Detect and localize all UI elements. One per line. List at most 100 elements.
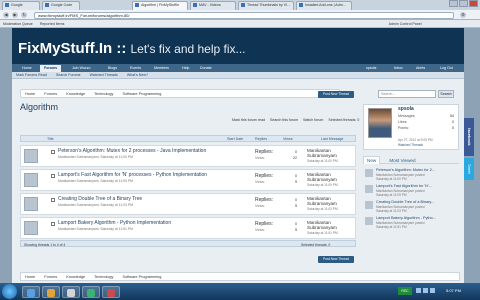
sidebar-thread-item[interactable]: Lamport Bakery Algorithm - Pytho... Mani…	[363, 215, 459, 230]
nav-tab-members[interactable]: Members	[150, 65, 173, 72]
avatar[interactable]	[24, 197, 38, 211]
browser-tab[interactable]: MAV - Videos	[190, 1, 236, 10]
avatar[interactable]	[24, 149, 38, 163]
search-input[interactable]: Search...	[378, 90, 436, 98]
breadcrumb-item[interactable]: Forums	[44, 275, 57, 279]
breadcrumb-item[interactable]: Knowledge	[66, 92, 85, 96]
forward-icon[interactable]: ▶	[12, 12, 18, 18]
sidebar-thread-item[interactable]: Creating Double Tree of a Binary... Mani…	[363, 199, 459, 214]
nav-inbox-link[interactable]: Inbox	[390, 65, 407, 72]
thread-row[interactable]: Lamport's Fast Algorithm for 'N' process…	[20, 169, 356, 191]
breadcrumb-item[interactable]: Forums	[44, 92, 57, 96]
thread-row[interactable]: Peterson's Algorithm: Mutex for 2 proces…	[20, 145, 356, 167]
last-poster-link[interactable]: Manikantan Subramanyam	[307, 172, 355, 182]
thread-checkbox[interactable]	[51, 222, 55, 226]
sidebar-thread-title[interactable]: Creating Double Tree of a Binary...	[376, 200, 434, 204]
network-icon[interactable]	[416, 288, 421, 293]
taskbar-clock[interactable]: 5:07 PM	[446, 288, 461, 293]
avatar[interactable]	[24, 221, 38, 235]
last-poster-link[interactable]: Manikantan Subramanyam	[307, 220, 355, 230]
search-forum-link[interactable]: Search this forum	[270, 118, 298, 122]
taskbar-app-icon[interactable]	[62, 286, 80, 298]
maximize-icon[interactable]	[459, 0, 468, 7]
breadcrumb-item[interactable]: Technology	[94, 92, 113, 96]
thread-title-link[interactable]: Creating Double Tree of a Binary Tree	[58, 196, 142, 202]
post-new-thread-button[interactable]: Post New Thread	[318, 91, 354, 98]
thread-title-link[interactable]: Lamport's Fast Algorithm for 'N' process…	[58, 172, 207, 178]
sidebar-thread-title[interactable]: Peterson's Algorithm: Mutex for 2...	[376, 168, 435, 172]
site-logo[interactable]: FixMyStuff.In :: Let's fix and help fix.…	[18, 40, 246, 57]
thread-row[interactable]: Lamport Bakery Algorithm - Python Implem…	[20, 217, 356, 239]
browser-tab-active[interactable]: Algorithm | FixMyStuffIn	[132, 1, 188, 10]
avatar[interactable]	[24, 173, 38, 187]
watch-forum-link[interactable]: Watch forum	[303, 118, 323, 122]
col-views[interactable]: Views	[283, 137, 293, 141]
nav-user-link[interactable]: spsola	[362, 65, 380, 72]
wrench-icon[interactable]: ⚙	[460, 12, 466, 18]
bookmark-link[interactable]: Reported Items	[40, 22, 65, 26]
subnav-search-forums[interactable]: Search Forums	[56, 73, 81, 77]
nav-tab-help[interactable]: Help	[178, 65, 193, 72]
subnav-mark-read[interactable]: Mark Forums Read	[16, 73, 47, 77]
breadcrumb-item[interactable]: Home	[25, 275, 35, 279]
nav-tab-donate[interactable]: Donate	[196, 65, 216, 72]
breadcrumb-item[interactable]: Home	[25, 92, 35, 96]
sidebar-thread-item[interactable]: Lamport's Fast Algorithm for 'N'... Mani…	[363, 183, 459, 198]
browser-tab[interactable]: Thread Thumbnails by Vi...	[238, 1, 294, 10]
close-icon[interactable]	[469, 0, 478, 7]
tab-new[interactable]: New	[363, 156, 381, 164]
user-avatar[interactable]	[368, 108, 392, 138]
thread-checkbox[interactable]	[51, 174, 55, 178]
subnav-watched-threads[interactable]: Watched Threads	[90, 73, 118, 77]
mark-forum-read-link[interactable]: Mark this forum read	[232, 118, 265, 122]
user-name-link[interactable]: spsola	[398, 106, 414, 112]
browser-tab[interactable]: Google	[2, 1, 40, 10]
thread-checkbox[interactable]	[51, 198, 55, 202]
taskbar-app-icon[interactable]	[102, 286, 120, 298]
breadcrumb-item[interactable]: Knowledge	[66, 275, 85, 279]
volume-icon[interactable]	[423, 288, 428, 293]
browser-tab[interactable]: Google Code	[42, 1, 80, 10]
col-start-date[interactable]: Start Date	[227, 137, 243, 141]
bookmark-link[interactable]: Admin Control Panel	[389, 22, 422, 26]
tweet-share-tab[interactable]: Tweet	[464, 158, 474, 180]
taskbar-app-icon[interactable]	[22, 286, 40, 298]
sidebar-thread-item[interactable]: Peterson's Algorithm: Mutex for 2... Man…	[363, 167, 459, 182]
thread-checkbox[interactable]	[51, 150, 55, 154]
watched-threads-link[interactable]: Watched Threads	[398, 143, 423, 147]
nav-logout-link[interactable]: Log Out	[436, 65, 457, 72]
browser-tab[interactable]: Installed Add-ons | Adm...	[296, 1, 352, 10]
tab-most-viewed[interactable]: Most Viewed	[386, 157, 418, 164]
post-new-thread-button-bottom[interactable]: Post New Thread	[318, 256, 354, 263]
nav-tab-blogs[interactable]: Blogs	[104, 65, 121, 72]
nav-tab-join[interactable]: Join Wuzzo	[68, 65, 95, 72]
nav-alerts-link[interactable]: Alerts	[412, 65, 429, 72]
breadcrumb-item[interactable]: Software Programming	[123, 275, 162, 279]
facebook-share-tab[interactable]: facebook	[464, 118, 474, 156]
nav-tab-home[interactable]: Home	[18, 65, 36, 72]
subnav-whats-new[interactable]: What's New?	[127, 73, 148, 77]
thread-title-link[interactable]: Lamport Bakery Algorithm - Python Implem…	[58, 220, 171, 226]
taskbar-app-icon[interactable]	[42, 286, 60, 298]
search-button[interactable]: Search	[438, 90, 454, 98]
nav-tab-forums[interactable]: Forums	[40, 65, 62, 72]
back-icon[interactable]: ◀	[3, 12, 9, 18]
thread-title-link[interactable]: Peterson's Algorithm: Mutex for 2 proces…	[58, 148, 206, 154]
url-input[interactable]: www.fixmystuff.in/FMS_Forum/forums/algor…	[34, 11, 454, 19]
breadcrumb-item[interactable]: Technology	[94, 275, 113, 279]
sidebar-thread-title[interactable]: Lamport's Fast Algorithm for 'N'...	[376, 184, 432, 188]
taskbar-app-icon[interactable]	[82, 286, 100, 298]
start-button-icon[interactable]	[2, 284, 17, 299]
nav-tab-events[interactable]: Events	[126, 65, 145, 72]
col-title[interactable]: Title	[47, 137, 54, 141]
reload-icon[interactable]: ↻	[21, 12, 27, 18]
thread-row[interactable]: Creating Double Tree of a Binary Tree Ma…	[20, 193, 356, 215]
sidebar-thread-title[interactable]: Lamport Bakery Algorithm - Pytho...	[376, 216, 436, 220]
col-replies[interactable]: Replies	[255, 137, 267, 141]
col-last-message[interactable]: Last Message	[321, 137, 343, 141]
last-poster-link[interactable]: Manikantan Subramanyam	[307, 148, 355, 158]
flag-icon[interactable]	[430, 288, 435, 293]
last-poster-link[interactable]: Manikantan Subramanyam	[307, 196, 355, 206]
minimize-icon[interactable]	[449, 0, 458, 7]
bookmark-link[interactable]: Moderation Queue	[3, 22, 33, 26]
